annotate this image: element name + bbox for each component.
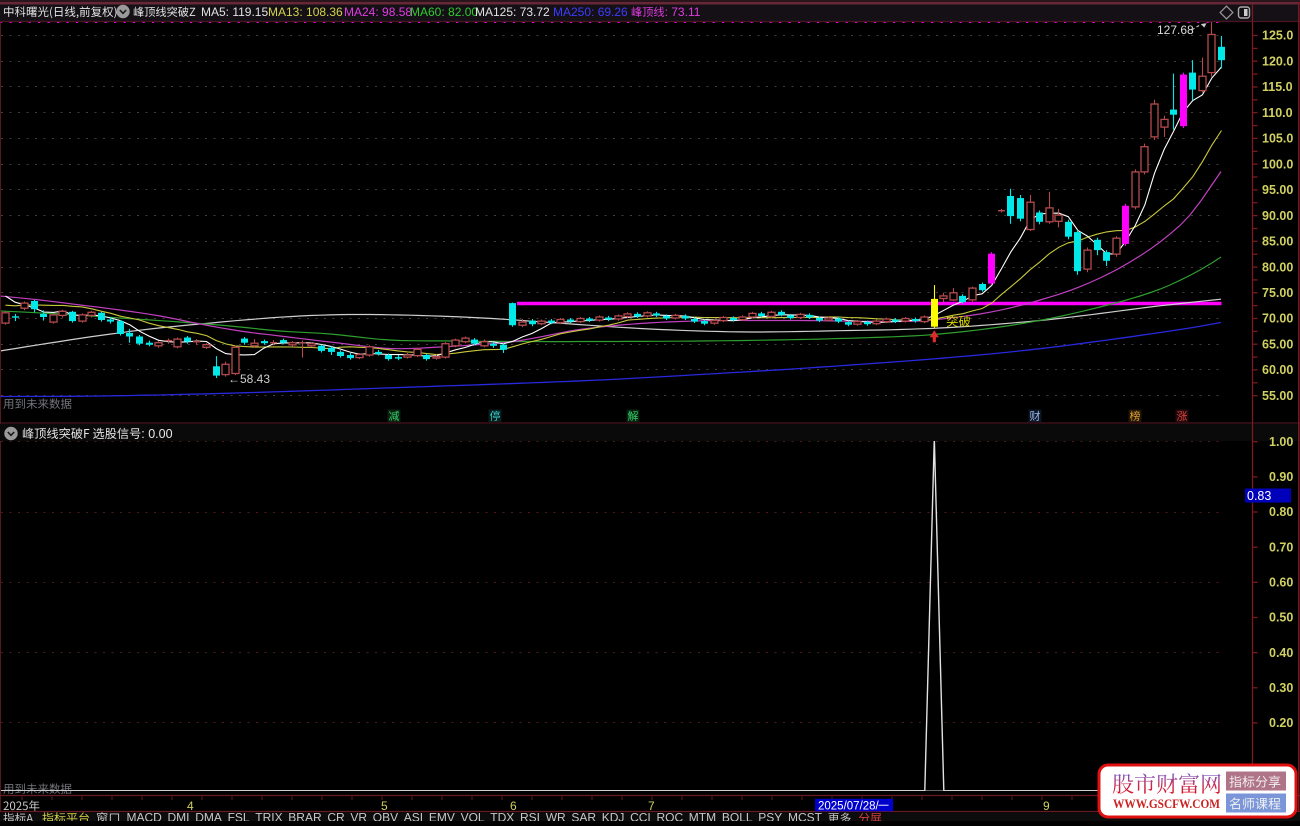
svg-text:TDX: TDX: [490, 811, 514, 822]
svg-text:RSI: RSI: [520, 811, 540, 822]
svg-text:VOL: VOL: [461, 811, 485, 822]
svg-text:95.00: 95.00: [1262, 183, 1293, 197]
svg-text:MACD: MACD: [127, 811, 163, 822]
svg-text:0.60: 0.60: [1269, 576, 1293, 590]
svg-text:1.00: 1.00: [1269, 435, 1293, 449]
svg-text:CR: CR: [327, 811, 345, 822]
svg-text:127.68: 127.68: [1157, 23, 1194, 37]
svg-text:120.0: 120.0: [1262, 54, 1293, 68]
svg-text:115.0: 115.0: [1262, 80, 1293, 94]
svg-text:0.50: 0.50: [1269, 611, 1293, 625]
svg-text:2025/07/28/: 2025/07/28/: [818, 801, 880, 813]
svg-text:70.00: 70.00: [1262, 312, 1293, 326]
svg-text:100.0: 100.0: [1262, 157, 1293, 171]
svg-text:EMV: EMV: [429, 811, 455, 822]
svg-text:65.00: 65.00: [1262, 337, 1293, 351]
svg-text:MA250: 69.26: MA250: 69.26: [553, 5, 628, 19]
svg-text:55.00: 55.00: [1262, 389, 1293, 403]
svg-text:TRIX: TRIX: [255, 811, 282, 822]
svg-text:BOLL: BOLL: [722, 811, 753, 822]
svg-text:85.00: 85.00: [1262, 235, 1293, 249]
svg-text:FSL: FSL: [228, 811, 250, 822]
svg-text:MA13: 108.36: MA13: 108.36: [268, 5, 343, 19]
svg-text:110.0: 110.0: [1262, 106, 1293, 120]
svg-text:PSY: PSY: [758, 811, 782, 822]
svg-text:MA125: 73.72: MA125: 73.72: [475, 5, 550, 19]
svg-text:DMA: DMA: [195, 811, 222, 822]
svg-text:MA60: 82.00: MA60: 82.00: [410, 5, 478, 19]
svg-text:75.00: 75.00: [1262, 286, 1293, 300]
svg-text:BRAR: BRAR: [288, 811, 322, 822]
svg-text:0.20: 0.20: [1269, 716, 1293, 730]
svg-text:0.40: 0.40: [1269, 646, 1293, 660]
svg-text:MA24: 98.58: MA24: 98.58: [344, 5, 412, 19]
svg-text:: 0.00: : 0.00: [141, 427, 172, 441]
svg-text:ROC: ROC: [657, 811, 684, 822]
svg-text:VR: VR: [350, 811, 367, 822]
svg-text:60.00: 60.00: [1262, 363, 1293, 377]
svg-text:125.0: 125.0: [1262, 29, 1293, 43]
svg-text:SAR: SAR: [571, 811, 596, 822]
svg-text:9: 9: [1043, 799, 1050, 813]
svg-text:0.30: 0.30: [1269, 681, 1293, 695]
svg-text:←58.43: ←58.43: [228, 372, 270, 386]
svg-text:105.0: 105.0: [1262, 132, 1293, 146]
svg-text:WR: WR: [546, 811, 566, 822]
svg-text:0.80: 0.80: [1269, 505, 1293, 519]
svg-text:CCI: CCI: [630, 811, 651, 822]
svg-text:0.83: 0.83: [1247, 489, 1271, 503]
svg-text:ASI: ASI: [404, 811, 423, 822]
svg-text:KDJ: KDJ: [602, 811, 625, 822]
svg-text:OBV: OBV: [373, 811, 398, 822]
svg-text:90.00: 90.00: [1262, 209, 1293, 223]
svg-text:0.70: 0.70: [1269, 540, 1293, 554]
svg-text:WWW.GSCFW.COM: WWW.GSCFW.COM: [1113, 797, 1220, 811]
svg-text:: 73.11: : 73.11: [665, 5, 701, 19]
svg-text:MTM: MTM: [689, 811, 716, 822]
svg-text:80.00: 80.00: [1262, 260, 1293, 274]
svg-text:DMI: DMI: [168, 811, 190, 822]
svg-text:MCST: MCST: [788, 811, 823, 822]
svg-text:0.90: 0.90: [1269, 470, 1293, 484]
svg-text:MA5: 119.15: MA5: 119.15: [201, 5, 268, 19]
